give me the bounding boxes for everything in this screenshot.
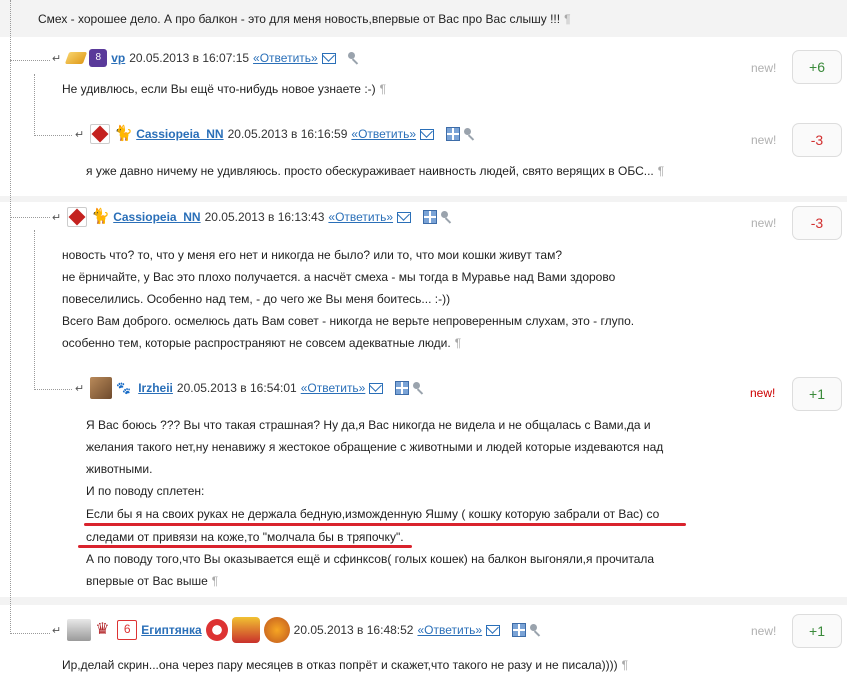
reply-link[interactable]: «Ответить» [417,623,482,637]
pilcrow-icon: ¶ [564,12,571,26]
reply-arrow-icon[interactable]: ↵ [52,52,61,65]
reply-arrow-icon[interactable]: ↵ [75,382,84,395]
thread-line [34,74,35,136]
mail-icon[interactable] [486,624,501,636]
new-badge: new! [751,216,777,230]
reply-link[interactable]: «Ответить» [253,51,318,65]
comment-text: животными. [86,462,153,476]
comment-date: 20.05.2013 в 16:13:43 [204,210,325,224]
cat-icon: 🐈 [114,125,133,142]
thread-line [10,0,11,634]
thread-line [34,389,72,390]
gift-icon[interactable] [446,127,461,141]
key-icon[interactable] [530,623,543,637]
username-link[interactable]: vp [111,51,125,65]
pilcrow-icon: ¶ [621,658,629,672]
pilcrow-icon: ¶ [211,574,219,588]
comment-text: Если бы я на своих руках не держала бедн… [86,507,660,521]
new-badge: new! [750,386,776,400]
reply-link[interactable]: «Ответить» [351,127,416,141]
key-icon[interactable] [441,210,454,224]
comment-text: И по поводу сплетен: [86,484,205,498]
comment-date: 20.05.2013 в 16:16:59 [227,127,348,141]
pilcrow-icon: ¶ [379,82,387,96]
thread-line [34,135,72,136]
new-badge: new! [751,61,777,75]
thread-line [10,60,50,61]
reply-link[interactable]: «Ответить» [301,381,366,395]
highlight-underline [78,545,412,548]
rating-badge[interactable]: -3 [792,123,842,157]
avatar [90,377,113,399]
reply-arrow-icon[interactable]: ↵ [75,128,84,141]
comment-header: ↵ 🐈 Cassiopeia_NN 20.05.2013 в 16:16:59 … [75,124,481,144]
comment-text: Не удивлюсь, если Вы ещё что-нибудь ново… [62,82,387,96]
comment-header: ↵ 8 vp 20.05.2013 в 16:07:15 «Ответить» [52,49,365,67]
comment-band [0,597,847,605]
comment-text: А по поводу того,что Вы оказывается ещё … [86,552,655,566]
comment-text: Всего Вам доброго. осмелюсь дать Вам сов… [62,314,635,328]
comment-text: я уже давно ничему не удивляюсь. просто … [86,164,665,178]
new-badge: new! [751,133,777,147]
rating-badge[interactable]: -3 [792,206,842,240]
gift-icon[interactable] [395,381,410,395]
username-link[interactable]: Египтянка [141,623,201,637]
comment-band [0,196,847,202]
badge-icon: 6 [117,620,138,640]
crown-icon: ♛ [95,621,110,638]
pilcrow-icon: ¶ [454,336,462,350]
comment-header: ↵ 🐾 Irzheii 20.05.2013 в 16:54:01 «Ответ… [75,377,430,399]
badge-icon: 8 [89,49,108,67]
mail-icon[interactable] [420,128,435,140]
cat-icon: 🐈 [91,208,110,225]
comment-header: ↵ 🐈 Cassiopeia_NN 20.05.2013 в 16:13:43 … [52,207,458,227]
comment-text: впервые от Вас выше ¶ [86,574,219,588]
comment-text: Я Вас боюсь ??? Вы что такая страшная? Н… [86,418,651,432]
comment-text: желания такого нет,ну ненавижу я жестоко… [86,440,664,454]
rating-badge[interactable]: +1 [792,614,842,648]
key-icon[interactable] [347,51,361,65]
cheese-icon [65,52,88,64]
avatar [90,124,111,144]
username-link[interactable]: Cassiopeia_NN [113,210,200,224]
comment-header: ↵ ♛ 6 Египтянка 20.05.2013 в 16:48:52 «О… [52,617,547,643]
highlight-underline [84,523,686,526]
pilcrow-icon: ¶ [657,164,665,178]
comment-date: 20.05.2013 в 16:07:15 [129,51,250,65]
comment-text: особенно тем, которые распространяют не … [62,336,462,350]
crown-icon [231,617,260,643]
thread-line [10,633,50,634]
comment-text: новость что? то, что у меня его нет и ни… [62,248,563,262]
reply-link[interactable]: «Ответить» [328,210,393,224]
comment-date: 20.05.2013 в 16:54:01 [176,381,297,395]
comment-text: Ир,делай скрин...она через пару месяцев … [62,658,629,672]
key-icon[interactable] [413,381,426,395]
rating-badge[interactable]: +6 [792,50,842,84]
comment-text: не ёрничайте, у Вас это плохо получается… [62,270,616,284]
gift-icon[interactable] [423,210,438,224]
badge-icon [205,619,228,641]
comment-date: 20.05.2013 в 16:48:52 [293,623,414,637]
gift-icon[interactable] [512,623,527,637]
comment-text: Смех - хорошее дело. А про балкон - это … [38,12,571,26]
rating-badge[interactable]: +1 [792,377,842,411]
dog-icon: 🐾 [116,381,132,395]
thread-line [34,230,35,390]
bouquet-icon [263,617,290,643]
new-badge: new! [751,624,777,638]
key-icon[interactable] [464,127,477,141]
comment-text: повеселились. Особенно над тем, - до чег… [62,292,451,306]
reply-arrow-icon[interactable]: ↵ [52,624,61,637]
mail-icon[interactable] [369,382,384,394]
mail-icon[interactable] [321,52,336,64]
reply-arrow-icon[interactable]: ↵ [52,211,61,224]
mail-icon[interactable] [397,211,412,223]
thread-line [10,217,50,218]
avatar [67,207,88,227]
avatar [67,619,92,641]
username-link[interactable]: Irzheii [138,381,173,395]
username-link[interactable]: Cassiopeia_NN [136,127,223,141]
